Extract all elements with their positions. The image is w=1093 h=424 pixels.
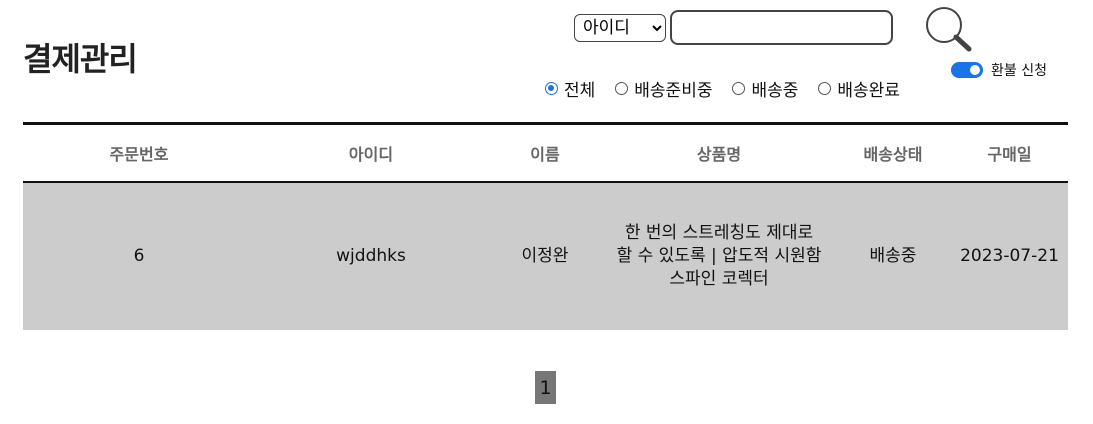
search-field-select[interactable]: 아이디 xyxy=(574,14,666,42)
cell-name: 이정완 xyxy=(521,245,569,266)
filter-preparing[interactable]: 배송준비중 xyxy=(615,76,712,101)
filter-delivered[interactable]: 배송완료 xyxy=(818,76,900,101)
cell-shipping-status: 배송중 xyxy=(869,245,917,266)
refund-toggle-group: 환불 신청 xyxy=(951,60,1047,80)
header-product-name: 상품명 xyxy=(696,144,742,164)
radio-shipping[interactable] xyxy=(732,82,746,95)
search-input[interactable] xyxy=(670,10,893,45)
table-header-row: 주문번호 아이디 이름 상품명 배송상태 구매일 xyxy=(23,123,1068,182)
status-filter-group: 전체 배송준비중 배송중 배송완료 xyxy=(545,76,900,101)
filter-shipping[interactable]: 배송중 xyxy=(732,76,798,101)
cell-purchase-date: 2023-07-21 xyxy=(960,245,1059,266)
header-purchase-date: 구매일 xyxy=(987,144,1032,164)
orders-table-wrap: 주문번호 아이디 이름 상품명 배송상태 구매일 6 wjddhks 이정완 한… xyxy=(23,122,1068,330)
search-icon xyxy=(926,7,972,52)
filter-delivered-label: 배송완료 xyxy=(837,81,900,101)
filter-preparing-label: 배송준비중 xyxy=(634,81,713,101)
toggle-knob xyxy=(970,65,980,75)
header-order-number: 주문번호 xyxy=(109,144,169,164)
table-row[interactable]: 6 wjddhks 이정완 한 번의 스트레칭도 제대로 할 수 있도록 | 압… xyxy=(23,181,1068,330)
page-title: 결제관리 xyxy=(23,40,138,78)
search-button[interactable] xyxy=(922,4,974,56)
radio-delivered[interactable] xyxy=(818,82,832,95)
radio-all[interactable] xyxy=(545,82,558,95)
refund-toggle-label: 환불 신청 xyxy=(991,63,1047,79)
cell-order-number: 6 xyxy=(133,245,145,266)
header-user-id: 아이디 xyxy=(348,144,394,164)
filter-shipping-label: 배송중 xyxy=(751,81,799,101)
cell-product-name: 한 번의 스트레칭도 제대로 할 수 있도록 | 압도적 시원함 스파인 코렉터 xyxy=(616,222,822,289)
header-name: 이름 xyxy=(530,144,560,164)
orders-table: 주문번호 아이디 이름 상품명 배송상태 구매일 6 wjddhks 이정완 한… xyxy=(23,122,1068,330)
pagination-page-1[interactable]: 1 xyxy=(535,371,556,404)
header-shipping-status: 배송상태 xyxy=(863,144,923,164)
refund-toggle[interactable] xyxy=(951,62,983,78)
filter-all-label: 전체 xyxy=(564,81,596,101)
radio-preparing[interactable] xyxy=(615,82,629,95)
filter-all[interactable]: 전체 xyxy=(545,76,595,101)
cell-user-id: wjddhks xyxy=(336,245,406,266)
